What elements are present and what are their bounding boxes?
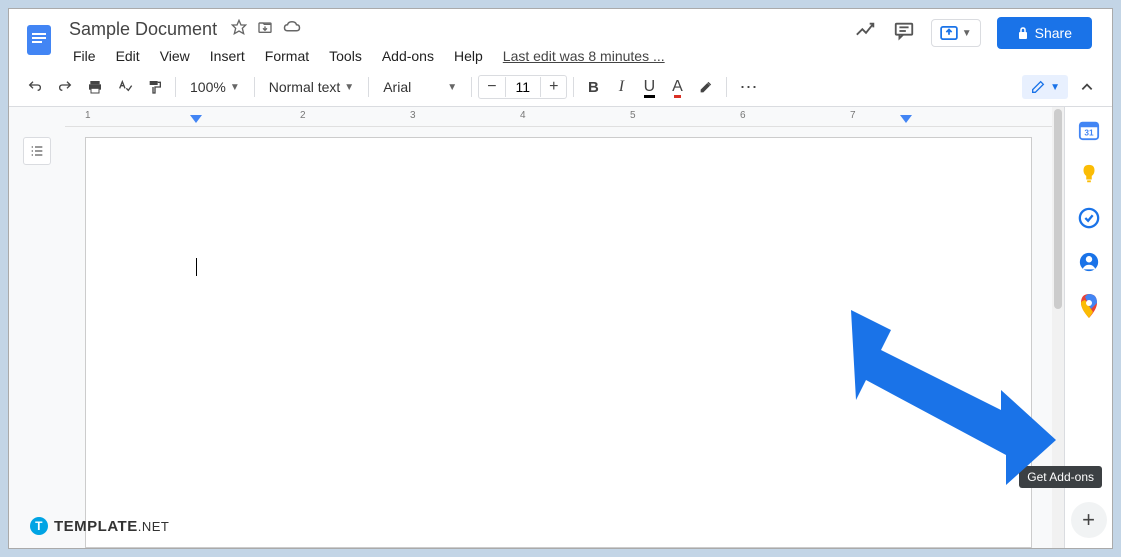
svg-text:31: 31 [1084,129,1094,138]
font-size-value[interactable]: 11 [505,77,542,97]
font-size-group: − 11 + [478,75,567,99]
menu-file[interactable]: File [65,44,104,68]
watermark-logo: T TEMPLATE.NET [30,517,169,535]
present-icon [940,26,958,40]
comment-history-icon[interactable] [893,20,915,47]
menu-format[interactable]: Format [257,44,317,68]
paragraph-style-dropdown[interactable]: Normal text ▼ [261,75,362,99]
menu-edit[interactable]: Edit [108,44,148,68]
last-edit-link[interactable]: Last edit was 8 minutes ... [495,44,673,68]
chevron-down-icon: ▼ [344,82,354,93]
font-dropdown[interactable]: Arial ▼ [375,75,465,99]
underline-button[interactable]: U [636,74,662,100]
star-icon[interactable] [231,19,247,40]
zoom-value: 100% [190,79,226,95]
tasks-icon[interactable] [1078,207,1100,229]
italic-button[interactable]: I [608,74,634,100]
undo-button[interactable] [21,74,49,100]
ruler-tick: 6 [740,110,746,121]
chevron-down-icon: ▼ [447,82,457,93]
bold-button[interactable]: B [580,74,606,100]
spellcheck-button[interactable] [111,74,139,100]
ruler-tick: 7 [850,110,856,121]
toolbar: 100% ▼ Normal text ▼ Arial ▼ − 11 + B I … [9,68,1112,107]
menu-help[interactable]: Help [446,44,491,68]
style-value: Normal text [269,79,341,95]
cloud-status-icon[interactable] [283,19,301,40]
zoom-dropdown[interactable]: 100% ▼ [182,75,248,99]
paint-format-button[interactable] [141,74,169,100]
contacts-icon[interactable] [1078,251,1100,273]
font-size-increase[interactable]: + [541,76,566,98]
maps-icon[interactable] [1078,295,1100,317]
addons-tooltip: Get Add-ons [1019,466,1102,488]
template-logo-icon: T [30,517,48,535]
docs-logo[interactable] [21,21,57,57]
side-panel: 31 + Get Add-ons [1064,107,1112,548]
font-value: Arial [383,79,411,95]
redo-button[interactable] [51,74,79,100]
lock-icon [1017,26,1029,40]
highlight-button[interactable] [692,74,720,100]
move-icon[interactable] [257,19,273,40]
print-button[interactable] [81,74,109,100]
ruler-tick: 5 [630,110,636,121]
ruler-tick: 4 [520,110,526,121]
editing-mode-button[interactable]: ▼ [1022,75,1068,99]
ruler-tick: 2 [300,110,306,121]
left-indent-marker[interactable] [190,115,202,127]
menu-tools[interactable]: Tools [321,44,370,68]
menu-view[interactable]: View [152,44,198,68]
chevron-down-icon: ▼ [230,82,240,93]
menu-bar: File Edit View Insert Format Tools Add-o… [65,44,855,68]
menu-addons[interactable]: Add-ons [374,44,442,68]
pencil-icon [1030,79,1046,95]
document-page[interactable] [85,137,1032,548]
chevron-down-icon: ▼ [1050,82,1060,93]
watermark-suffix: .NET [138,519,170,534]
document-outline-button[interactable] [23,137,51,165]
watermark-brand: TEMPLATE [54,518,138,535]
document-title[interactable]: Sample Document [65,17,221,42]
activity-icon[interactable] [855,20,877,47]
font-size-decrease[interactable]: − [479,76,504,98]
horizontal-ruler[interactable]: 1 2 3 4 5 6 7 [65,107,1052,127]
calendar-icon[interactable]: 31 [1078,119,1100,141]
present-button[interactable]: ▼ [931,19,981,47]
right-indent-marker[interactable] [900,115,912,127]
keep-icon[interactable] [1078,163,1100,185]
get-addons-button[interactable]: + [1071,502,1107,538]
collapse-toolbar-button[interactable] [1074,74,1100,100]
ruler-tick: 3 [410,110,416,121]
share-label: Share [1035,25,1072,41]
text-cursor [196,258,197,276]
scroll-thumb[interactable] [1054,109,1062,309]
ruler-tick: 1 [85,110,91,121]
more-toolbar-button[interactable]: ⋯ [733,74,765,100]
share-button[interactable]: Share [997,17,1092,49]
chevron-down-icon: ▼ [962,28,972,39]
text-color-button[interactable]: A [664,74,690,100]
menu-insert[interactable]: Insert [202,44,253,68]
